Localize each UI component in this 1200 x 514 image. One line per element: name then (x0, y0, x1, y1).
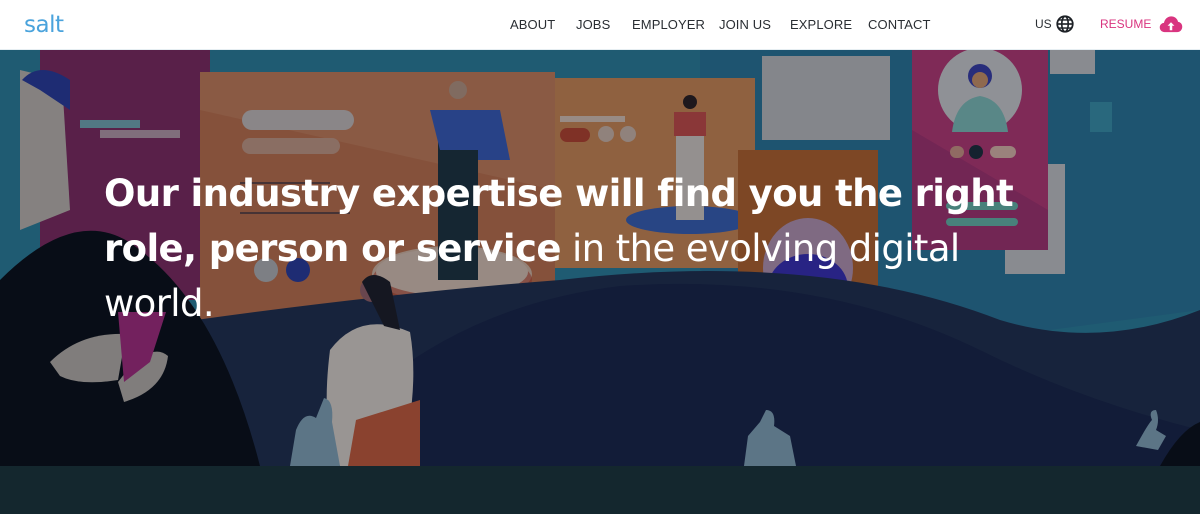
region-label: US (1035, 17, 1052, 31)
nav-item-employer[interactable]: EMPLOYER (632, 17, 705, 32)
bottom-band (0, 466, 1200, 514)
globe-icon (1056, 15, 1074, 33)
nav-item-contact[interactable]: CONTACT (868, 17, 931, 32)
hero-section: Our industry expertise will find you the… (0, 50, 1200, 466)
nav-item-jobs[interactable]: JOBS (576, 17, 610, 32)
resume-label: RESUME (1100, 17, 1152, 31)
region-selector[interactable]: US (1035, 14, 1074, 34)
nav-item-explore[interactable]: EXPLORE (790, 17, 852, 32)
upload-resume-button[interactable]: RESUME (1100, 14, 1183, 34)
site-header: salt ABOUT JOBS EMPLOYER JOIN US EXPLORE… (0, 0, 1200, 50)
main-nav: ABOUT JOBS EMPLOYER JOIN US EXPLORE CONT… (0, 0, 1200, 50)
hero-headline: Our industry expertise will find you the… (104, 166, 1044, 331)
nav-item-about[interactable]: ABOUT (510, 17, 555, 32)
cloud-upload-icon (1160, 16, 1183, 33)
nav-item-join-us[interactable]: JOIN US (719, 17, 771, 32)
